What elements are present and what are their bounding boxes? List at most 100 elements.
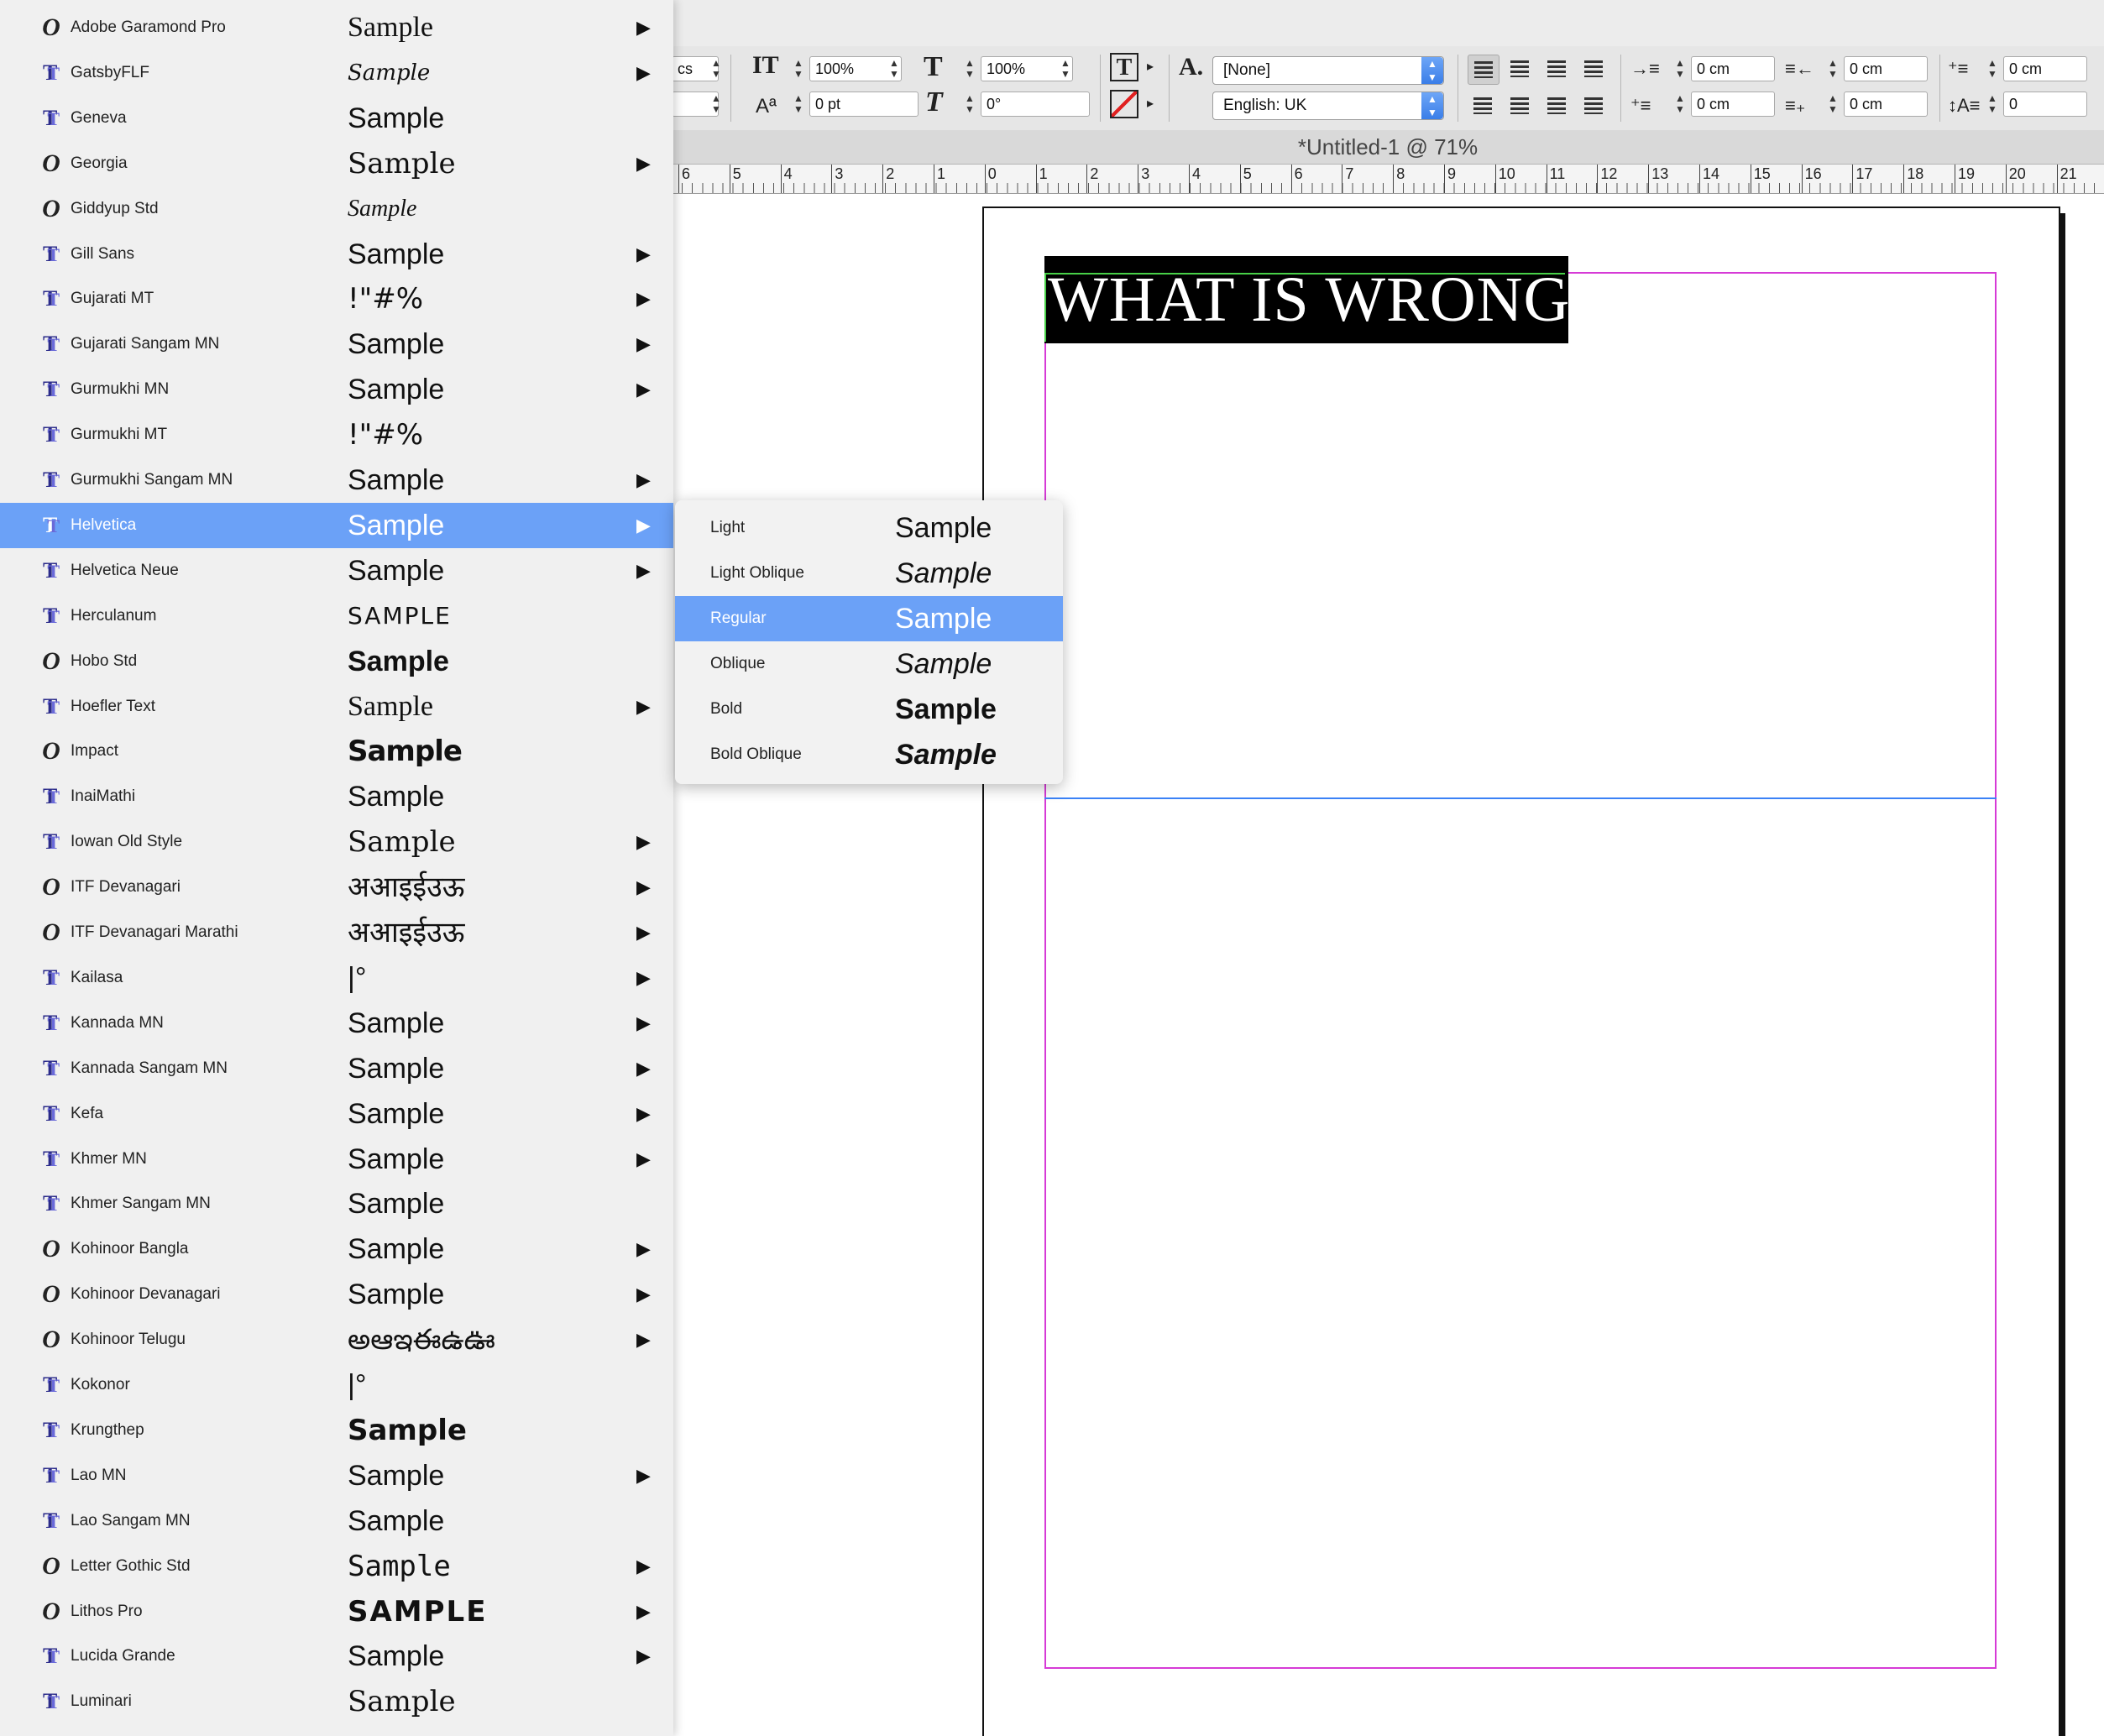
font-menu-item-gurmukhi-sangam-mn[interactable]: TT Gurmukhi Sangam MN Sample ▶ <box>0 458 673 503</box>
font-menu-item-itf-devanagari[interactable]: O ITF Devanagari अआइईउऊ ▶ <box>0 865 673 910</box>
font-menu-item-adobe-garamond-pro[interactable]: O Adobe Garamond Pro Sample ▶ <box>0 5 673 50</box>
font-menu-item-kailasa[interactable]: TT Kailasa |° ▶ <box>0 955 673 1001</box>
font-menu-item-lucida-grande[interactable]: TT Lucida Grande Sample ▶ <box>0 1634 673 1679</box>
font-sample: Sample <box>348 1052 445 1085</box>
font-menu-item-kefa[interactable]: TT Kefa Sample ▶ <box>0 1091 673 1137</box>
document-tab[interactable]: *Untitled-1 @ 71% <box>672 130 2104 165</box>
vertical-scale-dropdown[interactable]: ▲ ▼ <box>885 58 903 83</box>
font-menu-item-impact[interactable]: O Impact Sample <box>0 729 673 774</box>
justify-left-button[interactable] <box>1468 92 1499 122</box>
align-center-button[interactable] <box>1505 55 1536 85</box>
truetype-font-icon: TT <box>42 557 60 583</box>
right-indent-field[interactable]: 0 cm <box>1844 56 1928 81</box>
font-menu-item-khmer-sangam-mn[interactable]: TT Khmer Sangam MN Sample <box>0 1181 673 1226</box>
align-towards-spine-button[interactable] <box>1578 55 1610 85</box>
font-menu-item-gurmukhi-mt[interactable]: TT Gurmukhi MT !"#% <box>0 412 673 458</box>
font-menu-item-gurmukhi-mn[interactable]: TT Gurmukhi MN Sample ▶ <box>0 367 673 412</box>
submenu-arrow-icon: ▶ <box>636 61 651 83</box>
text-stroke-arrow-icon[interactable]: ▸ <box>1147 95 1154 112</box>
font-menu-item-lithos-pro[interactable]: O Lithos Pro SAMPLE ▶ <box>0 1589 673 1634</box>
font-menu-item-georgia[interactable]: O Georgia Sample ▶ <box>0 141 673 186</box>
font-menu-item-krungthep[interactable]: TT Krungthep Sample <box>0 1408 673 1453</box>
font-menu-item-iowan-old-style[interactable]: TT Iowan Old Style Sample ▶ <box>0 819 673 865</box>
horizontal-scale-dropdown[interactable]: ▲ ▼ <box>1056 58 1075 83</box>
font-menu-item-letter-gothic-std[interactable]: O Letter Gothic Std Sample ▶ <box>0 1544 673 1589</box>
text-stroke-none-icon[interactable] <box>1110 90 1138 118</box>
font-menu-item-gill-sans[interactable]: TT Gill Sans Sample ▶ <box>0 232 673 277</box>
drop-cap-lines-field[interactable]: 0 <box>2003 92 2087 117</box>
left-partial-spinner-2[interactable]: ▲ ▼ <box>707 93 725 118</box>
submenu-arrow-icon: ▶ <box>636 1102 651 1124</box>
justify-center-button[interactable] <box>1505 92 1536 122</box>
font-style-sample: Sample <box>895 512 992 544</box>
align-right-button[interactable] <box>1541 55 1573 85</box>
font-menu-item-kannada-sangam-mn[interactable]: TT Kannada Sangam MN Sample ▶ <box>0 1046 673 1091</box>
baseline-shift-spinner[interactable]: ▲ ▼ <box>789 93 808 118</box>
document-tab-title: *Untitled-1 @ 71% <box>1297 134 1479 159</box>
character-style-dropdown[interactable]: [None] ▲ ▼ <box>1212 56 1444 85</box>
skew-field[interactable]: 0° <box>981 92 1090 117</box>
font-menu-item-geneva[interactable]: TT Geneva Sample <box>0 96 673 141</box>
font-menu-item-inaimathi[interactable]: TT InaiMathi Sample <box>0 774 673 819</box>
font-style-item-bold[interactable]: Bold Sample <box>675 687 1063 732</box>
font-style-item-light-oblique[interactable]: Light Oblique Sample <box>675 551 1063 596</box>
justify-right-button[interactable] <box>1541 92 1573 122</box>
text-fill-arrow-icon[interactable]: ▸ <box>1147 58 1154 75</box>
font-menu-item-gujarati-mt[interactable]: TT Gujarati MT !"#% ▶ <box>0 276 673 322</box>
font-menu-item-luminari[interactable]: TT Luminari Sample <box>0 1679 673 1724</box>
align-left-button[interactable] <box>1468 55 1499 85</box>
font-menu-item-helvetica[interactable]: TT Helvetica Sample ▶ <box>0 502 673 548</box>
ruler-guide[interactable] <box>1044 797 1997 799</box>
font-menu-item-giddyup-std[interactable]: O Giddyup Std Sample <box>0 186 673 232</box>
horizontal-ruler[interactable]: 6 5 4 3 2 1 0 1 2 3 4 5 6 7 8 9 10 11 12 13 14 15 16 17 18 19 20 21 <box>672 165 2104 194</box>
submenu-arrow-icon: ▶ <box>636 1012 651 1033</box>
headline-text-frame[interactable]: WHAT IS WRONG <box>1044 256 1568 343</box>
text-fill-icon[interactable]: T <box>1110 53 1138 81</box>
font-menu-item-itf-devanagari-marathi[interactable]: O ITF Devanagari Marathi अआइईउऊ ▶ <box>0 910 673 955</box>
ruler-label: 17 <box>1855 165 1873 182</box>
language-dropdown[interactable]: English: UK ▲ ▼ <box>1212 92 1444 120</box>
font-sample: !"#% <box>348 418 424 452</box>
font-menu-item-khmer-mn[interactable]: TT Khmer MN Sample ▶ <box>0 1137 673 1182</box>
baseline-shift-field[interactable]: 0 pt <box>809 92 919 117</box>
font-style-item-oblique[interactable]: Oblique Sample <box>675 641 1063 687</box>
font-menu-item-kokonor[interactable]: TT Kokonor |° <box>0 1362 673 1408</box>
font-menu-item-kannada-mn[interactable]: TT Kannada MN Sample ▶ <box>0 1001 673 1046</box>
last-line-indent-spinner[interactable]: ▲ ▼ <box>1824 93 1842 118</box>
font-menu-item-kohinoor-devanagari[interactable]: O Kohinoor Devanagari Sample ▶ <box>0 1272 673 1317</box>
right-indent-spinner[interactable]: ▲ ▼ <box>1824 58 1842 83</box>
font-style-item-bold-oblique[interactable]: Bold Oblique Sample <box>675 732 1063 777</box>
drop-cap-lines-spinner[interactable]: ▲ ▼ <box>1983 93 2002 118</box>
left-partial-spinner[interactable]: ▲ ▼ <box>707 58 725 83</box>
font-menu-item-hobo-std[interactable]: O Hobo Std Sample <box>0 639 673 684</box>
last-line-indent-field[interactable]: 0 cm <box>1844 92 1928 117</box>
first-line-indent-spinner[interactable]: ▲ ▼ <box>1671 93 1689 118</box>
font-menu-item-kohinoor-telugu[interactable]: O Kohinoor Telugu అఆఇఈఉఊ ▶ <box>0 1317 673 1362</box>
font-style-item-light[interactable]: Light Sample <box>675 505 1063 551</box>
font-menu-item-kohinoor-bangla[interactable]: O Kohinoor Bangla Sample ▶ <box>0 1226 673 1272</box>
space-before-spinner[interactable]: ▲ ▼ <box>1983 58 2002 83</box>
skew-spinner[interactable]: ▲ ▼ <box>960 93 979 118</box>
font-menu-item-helvetica-neue[interactable]: TT Helvetica Neue Sample ▶ <box>0 548 673 593</box>
space-before-field[interactable]: 0 cm <box>2003 56 2087 81</box>
font-menu-item-hoefler-text[interactable]: TT Hoefler Text Sample ▶ <box>0 684 673 729</box>
font-style-item-regular[interactable]: Regular Sample <box>675 596 1063 641</box>
ruler-major-tick <box>1852 165 1854 193</box>
ruler-major-tick <box>780 165 782 193</box>
font-menu-item-herculanum[interactable]: TT Herculanum SAMPLE <box>0 593 673 639</box>
horizontal-scale-spinner[interactable]: ▲ ▼ <box>960 58 979 83</box>
font-menu-item-gujarati-sangam-mn[interactable]: TT Gujarati Sangam MN Sample ▶ <box>0 322 673 367</box>
font-menu-item-gatsbyflf[interactable]: TT GatsbyFLF Sample ▶ <box>0 50 673 96</box>
font-menu-item-lao-sangam-mn[interactable]: TT Lao Sangam MN Sample <box>0 1498 673 1544</box>
font-menu-item-lao-mn[interactable]: TT Lao MN Sample ▶ <box>0 1453 673 1498</box>
truetype-font-icon: TT <box>42 1010 60 1035</box>
first-line-indent-field[interactable]: 0 cm <box>1691 92 1775 117</box>
font-sample: Sample <box>348 1640 445 1673</box>
ruler-label: 1 <box>1039 165 1048 182</box>
justify-all-button[interactable] <box>1578 92 1610 122</box>
font-name: Kohinoor Bangla <box>71 1240 189 1258</box>
font-sample: Sample <box>348 195 417 222</box>
vertical-scale-spinner[interactable]: ▲ ▼ <box>789 58 808 83</box>
left-indent-spinner[interactable]: ▲ ▼ <box>1671 58 1689 83</box>
left-indent-field[interactable]: 0 cm <box>1691 56 1775 81</box>
